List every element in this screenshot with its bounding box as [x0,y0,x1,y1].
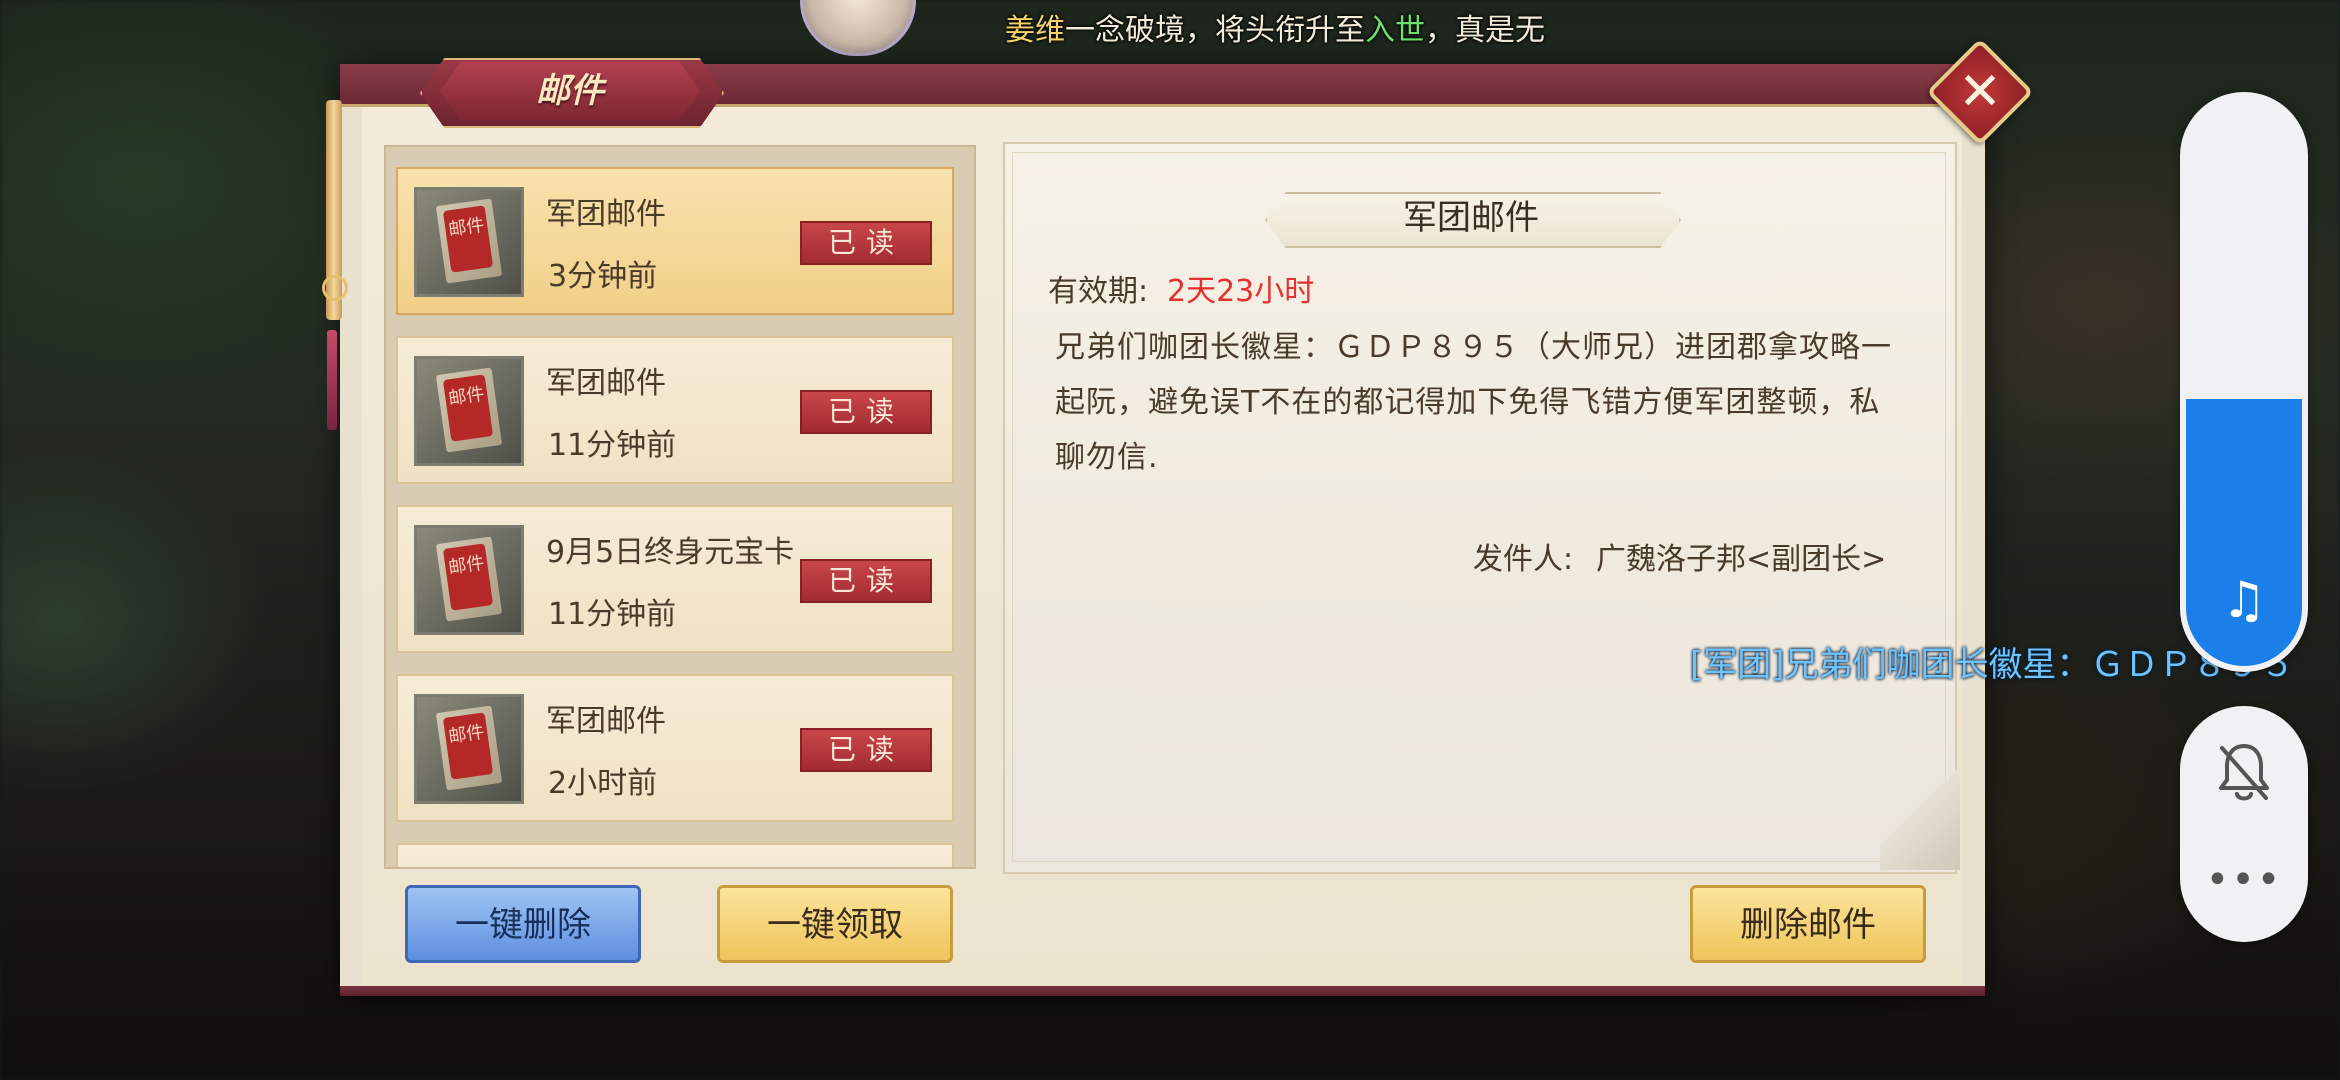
sender-name: 广魏洛子邦<副团长> [1596,542,1887,577]
mail-item[interactable]: 邮件 军团邮件 3分钟前 已读 [396,167,954,315]
read-status-badge: 已读 [800,559,932,603]
mail-item-partial[interactable] [396,843,954,867]
validity-label: 有效期: [1048,274,1149,309]
music-note-icon: ♫ [2221,571,2267,629]
mail-envelope-icon: 邮件 [414,356,524,466]
mail-item-time: 2小时前 [548,766,658,801]
mail-envelope-icon: 邮件 [414,187,524,297]
decorative-pendant [318,70,348,430]
marquee-text: 一念破境，将头衔升至 [1065,13,1365,48]
mail-envelope-icon: 邮件 [414,694,524,804]
delete-all-button[interactable]: 一键删除 [405,885,641,963]
mail-body-text: 兄弟们咖团长徽星：ＧＤＰ８９５（大师兄）进团郡拿攻略一起阮，避免误T不在的都记得… [1055,330,1892,475]
dialog-bottom-border [340,986,1985,996]
read-status-badge: 已读 [800,221,932,265]
marquee-player-name: 姜维 [1005,13,1065,48]
read-status-badge: 已读 [800,390,932,434]
mail-item-title: 军团邮件 [546,197,666,232]
sender-label: 发件人: [1473,542,1574,577]
mail-item-time: 11分钟前 [548,597,677,632]
mail-item-title: 军团邮件 [546,366,666,401]
mail-item[interactable]: 邮件 9月5日终身元宝卡 11分钟前 已读 [396,505,954,653]
mail-list[interactable]: 邮件 军团邮件 3分钟前 已读 邮件 军团邮件 11分钟前 已读 邮件 9月5日… [384,145,976,869]
mail-item[interactable]: 邮件 军团邮件 2小时前 已读 [396,674,954,822]
more-dots-icon[interactable]: ••• [2204,860,2284,900]
validity-value: 2天23小时 [1167,274,1315,309]
mail-envelope-icon: 邮件 [414,525,524,635]
detail-title: 军团邮件 [1403,198,1539,238]
marquee-rank: 入世 [1365,13,1425,48]
claim-all-button[interactable]: 一键领取 [717,885,953,963]
bell-off-icon[interactable] [2214,738,2274,808]
mail-item-title: 军团邮件 [546,704,666,739]
page-curl-decoration [1880,740,1960,870]
marquee-text-tail: ，真是无 [1425,13,1545,48]
system-marquee: 姜维一念破境，将头衔升至入世，真是无 [1005,6,1595,56]
close-icon[interactable]: ✕ [1948,60,2012,124]
mail-item-time: 3分钟前 [548,259,658,294]
mail-item-time: 11分钟前 [548,428,677,463]
delete-mail-button[interactable]: 删除邮件 [1690,885,1926,963]
mail-item[interactable]: 邮件 军团邮件 11分钟前 已读 [396,336,954,484]
dialog-title: 邮件 [536,71,604,111]
read-status-badge: 已读 [800,728,932,772]
mail-item-title: 9月5日终身元宝卡 [546,535,795,570]
detail-inner-border [1012,152,1946,862]
